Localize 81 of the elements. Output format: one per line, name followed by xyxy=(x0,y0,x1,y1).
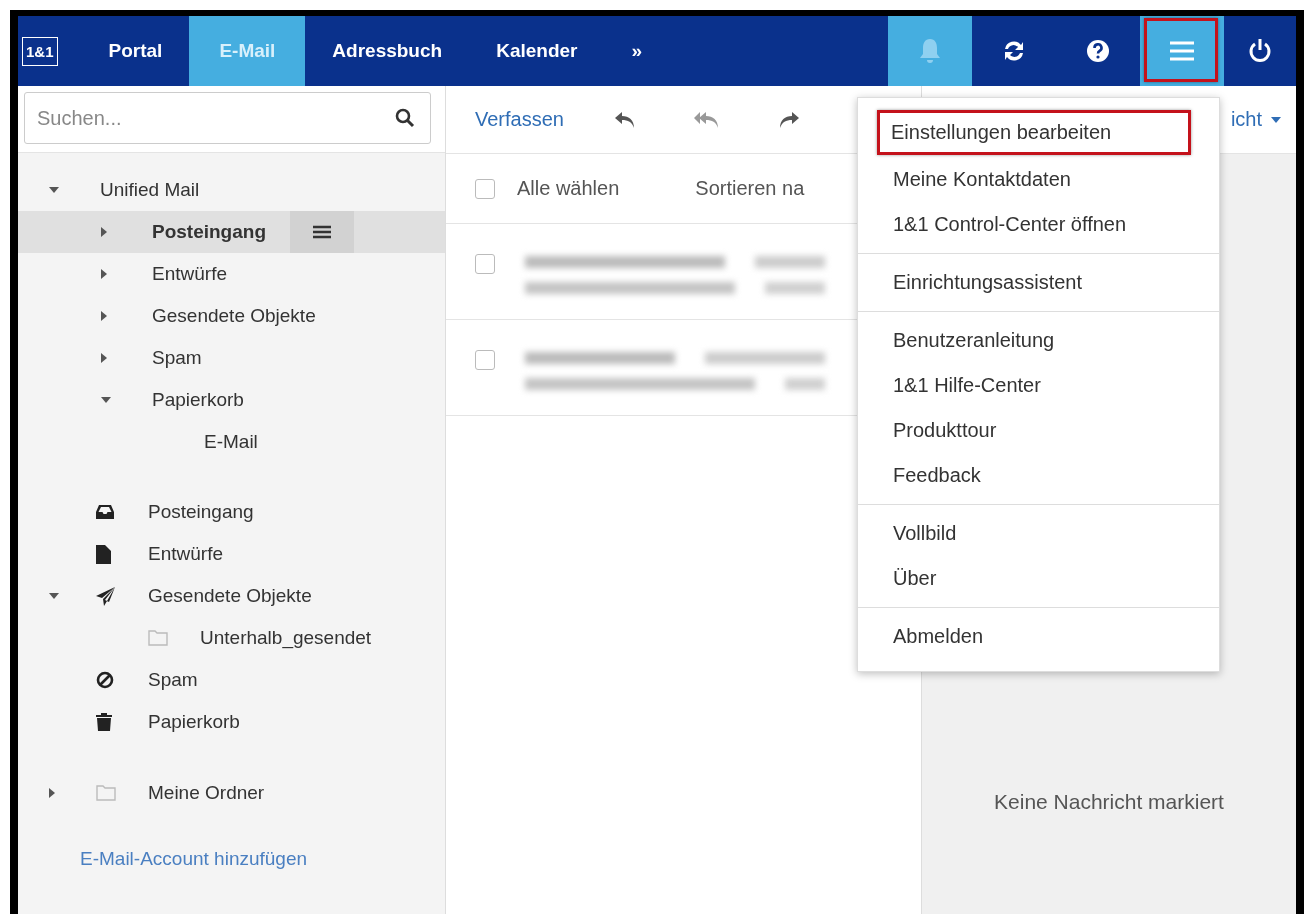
caret-down-icon[interactable] xyxy=(48,592,60,600)
menu-icon xyxy=(1169,40,1195,62)
folder-label[interactable]: Meine Ordner xyxy=(148,782,265,804)
folder-label[interactable]: Gesendete Objekte xyxy=(152,305,316,327)
folder-label[interactable]: Unified Mail xyxy=(100,179,200,201)
folder-icon xyxy=(96,785,116,801)
trash-icon xyxy=(96,713,112,731)
search-icon[interactable] xyxy=(395,108,415,128)
nav-tab[interactable]: » xyxy=(604,16,670,86)
folder-row[interactable]: E-Mail xyxy=(18,421,445,463)
folder-row[interactable]: Gesendete Objekte xyxy=(18,575,445,617)
nav-tab[interactable]: Kalender xyxy=(469,16,605,86)
inbox-icon xyxy=(96,505,114,519)
block-icon xyxy=(96,671,114,689)
folder-row[interactable]: Papierkorb xyxy=(18,701,445,743)
menu-item[interactable]: Einrichtungsassistent xyxy=(858,260,1219,305)
menu-item[interactable]: 1&1 Hilfe-Center xyxy=(858,363,1219,408)
folder-label[interactable]: Unterhalb_gesendet xyxy=(200,627,372,649)
folder-row[interactable]: Unterhalb_gesendet xyxy=(18,617,445,659)
sort-button[interactable]: Sortieren na xyxy=(695,177,805,200)
search-field[interactable]: Suchen... xyxy=(24,92,431,144)
folder-label[interactable]: Posteingang xyxy=(152,221,266,243)
folder-label[interactable]: Spam xyxy=(152,347,202,369)
power-icon xyxy=(1248,38,1272,64)
help-icon xyxy=(1086,39,1110,63)
folder-row[interactable]: Entwürfe xyxy=(18,533,445,575)
caret-down-icon[interactable] xyxy=(48,186,60,194)
nav-tab[interactable]: Portal xyxy=(81,16,190,86)
menu-item[interactable]: Einstellungen bearbeiten xyxy=(877,110,1191,155)
menu-item[interactable]: Feedback xyxy=(858,453,1219,498)
logo[interactable]: 1&1 xyxy=(22,36,58,66)
folder-label[interactable]: Posteingang xyxy=(148,501,254,523)
checkbox[interactable] xyxy=(475,178,495,199)
folder-row[interactable]: Entwürfe xyxy=(18,253,445,295)
caret-right-icon[interactable] xyxy=(100,310,108,322)
folder-row[interactable]: Posteingang xyxy=(18,491,445,533)
menu-item[interactable]: Über xyxy=(858,556,1219,601)
nav-tab[interactable]: Adressbuch xyxy=(305,16,470,86)
folder-row[interactable]: Spam xyxy=(18,337,445,379)
folder-icon xyxy=(148,630,168,646)
folder-label[interactable]: Spam xyxy=(148,669,198,691)
folder-row[interactable]: Gesendete Objekte xyxy=(18,295,445,337)
caret-down-icon xyxy=(1270,115,1282,124)
menu-button[interactable] xyxy=(1140,16,1224,86)
menu-item[interactable]: Vollbild xyxy=(858,511,1219,556)
folder-label[interactable]: Papierkorb xyxy=(152,389,244,411)
menu-item[interactable]: 1&1 Control-Center öffnen xyxy=(858,202,1219,247)
reply-icon[interactable] xyxy=(613,110,636,129)
selected-folder-row[interactable]: Posteingang xyxy=(18,211,445,253)
folder-row[interactable]: Papierkorb xyxy=(18,379,445,421)
caret-right-icon[interactable] xyxy=(100,226,108,238)
forward-icon[interactable] xyxy=(777,110,800,129)
empty-message: Keine Nachricht markiert xyxy=(993,790,1225,814)
select-all-label[interactable]: Alle wählen xyxy=(517,177,620,200)
add-account-link[interactable]: E-Mail-Account hinzufügen xyxy=(80,848,445,870)
caret-down-icon[interactable] xyxy=(100,396,112,404)
folder-row[interactable]: Meine Ordner xyxy=(18,772,445,814)
folder-label[interactable]: Entwürfe xyxy=(148,543,223,565)
checkbox[interactable] xyxy=(475,254,495,274)
paper-plane-icon xyxy=(96,586,115,606)
menu-item[interactable]: Benutzeranleitung xyxy=(858,318,1219,363)
menu-item[interactable]: Abmelden xyxy=(858,614,1219,659)
caret-right-icon[interactable] xyxy=(100,268,108,280)
folder-label[interactable]: Papierkorb xyxy=(148,711,240,733)
reply-all-icon[interactable] xyxy=(693,110,720,129)
folder-row[interactable]: Spam xyxy=(18,659,445,701)
folder-row[interactable]: Unified Mail xyxy=(18,169,445,211)
caret-right-icon[interactable] xyxy=(48,787,56,799)
compose-button[interactable]: Verfassen xyxy=(475,108,564,131)
folder-label[interactable]: Gesendete Objekte xyxy=(148,585,312,607)
checkbox[interactable] xyxy=(475,350,495,370)
bell-icon xyxy=(918,38,942,64)
menu-item[interactable]: Produkttour xyxy=(858,408,1219,453)
caret-right-icon[interactable] xyxy=(100,352,108,364)
view-dropdown[interactable]: icht xyxy=(1230,108,1282,131)
folder-menu-button[interactable] xyxy=(290,211,354,253)
document-icon xyxy=(96,544,111,564)
menu-icon xyxy=(313,225,331,239)
folder-label[interactable]: Entwürfe xyxy=(152,263,227,285)
menu-item[interactable]: Meine Kontaktdaten xyxy=(858,157,1219,202)
folder-label[interactable]: E-Mail xyxy=(204,431,258,453)
